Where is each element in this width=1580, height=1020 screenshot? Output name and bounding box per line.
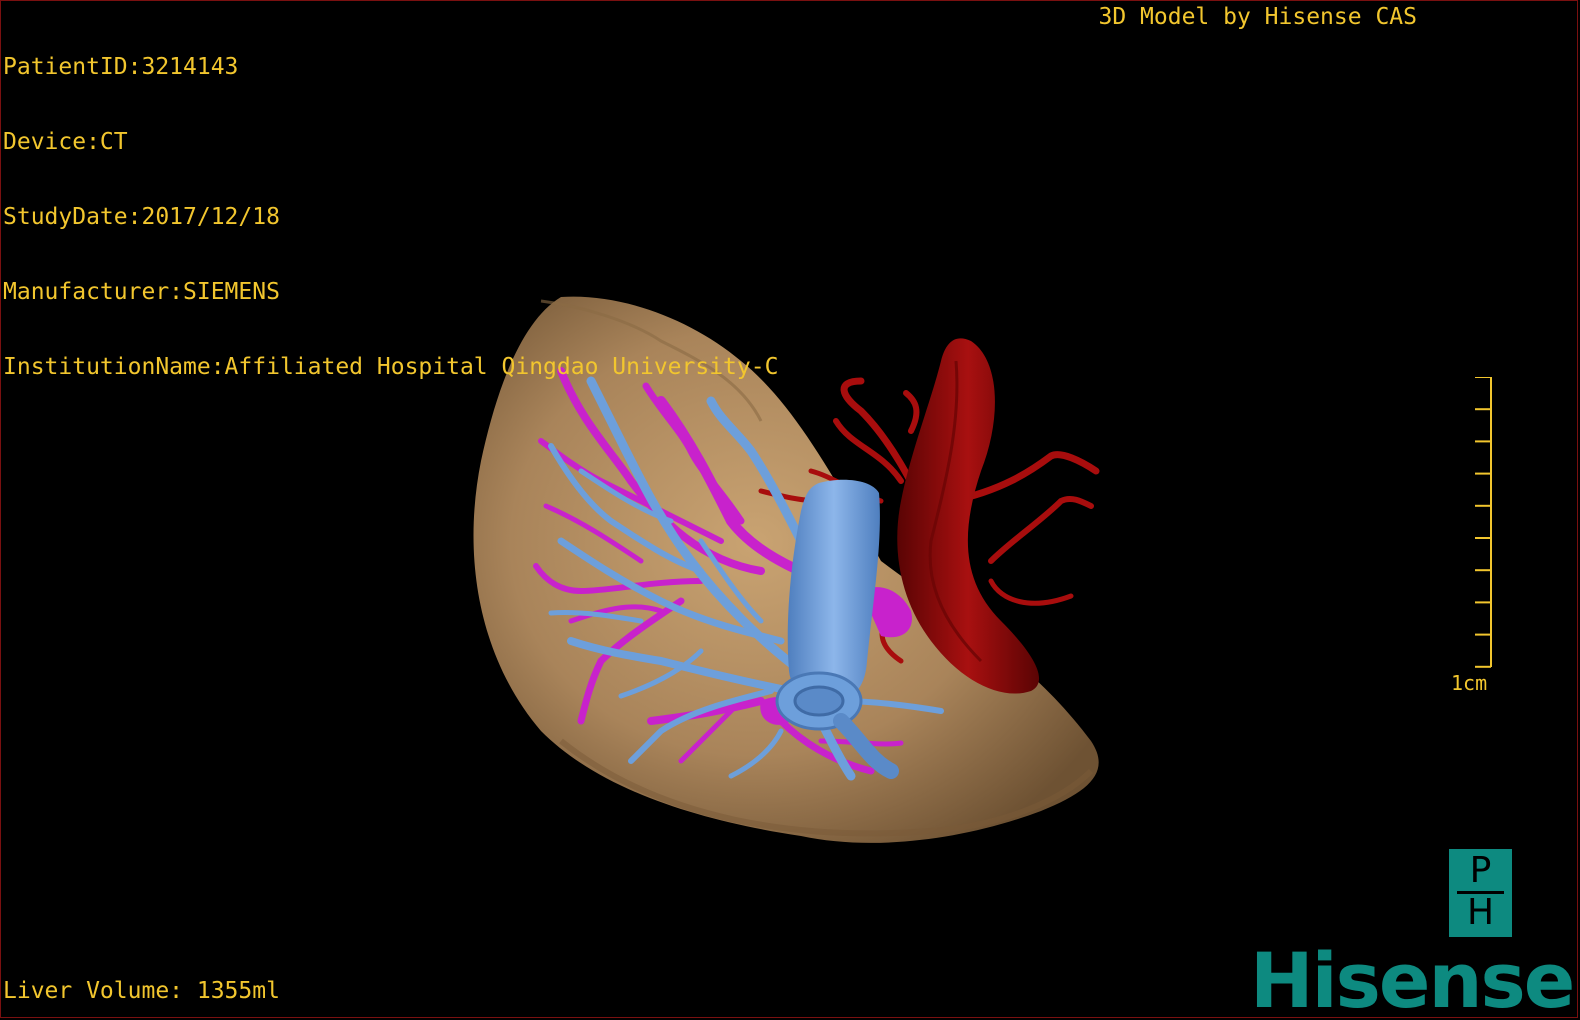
3d-viewport[interactable]: PatientID:3214143 Device:CT StudyDate:20… xyxy=(1,1,1577,1017)
scale-bar-label: 1cm xyxy=(1451,671,1488,695)
model-credit-label: 3D Model by Hisense CAS xyxy=(1098,4,1418,30)
ph-logo-bottom: H xyxy=(1466,892,1495,933)
scale-bar xyxy=(1475,377,1492,668)
ph-logo-top: P xyxy=(1469,850,1492,891)
inferior-vena-cava xyxy=(787,479,880,701)
institution-label: InstitutionName:Affiliated Hospital Qing… xyxy=(3,354,779,380)
manufacturer-label: Manufacturer:SIEMENS xyxy=(3,279,280,305)
dicom-info-panel: PatientID:3214143 Device:CT StudyDate:20… xyxy=(3,5,778,430)
liver-volume-label: Liver Volume: 1355ml xyxy=(3,978,280,1004)
brand-logo: Hisense xyxy=(1250,936,1575,1018)
ph-logo-icon: P H xyxy=(1449,849,1512,937)
patient-id-label: PatientID:3214143 xyxy=(3,54,239,80)
study-date-label: StudyDate:2017/12/18 xyxy=(3,204,280,230)
device-label: Device:CT xyxy=(3,129,128,155)
